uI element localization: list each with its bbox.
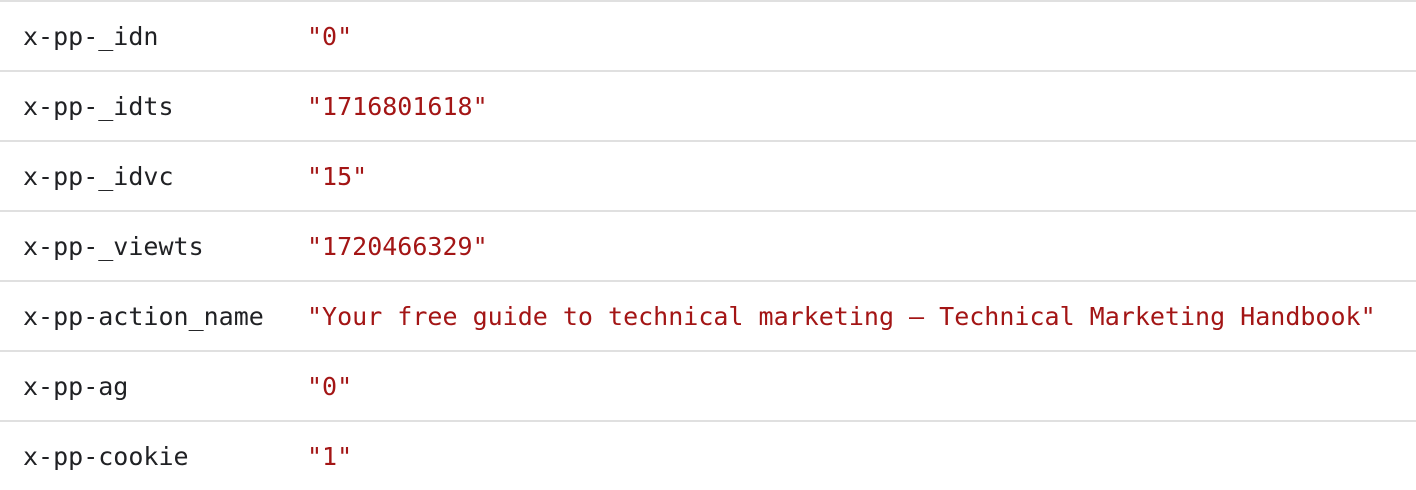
row-key: x-pp-_viewts bbox=[23, 231, 204, 261]
row-key: x-pp-_idvc bbox=[23, 161, 174, 191]
row-value: "1716801618" bbox=[307, 91, 488, 121]
row-value: "15" bbox=[307, 161, 368, 191]
row-value: "1720466329" bbox=[307, 231, 488, 261]
table-row: x-pp-_viewts "1720466329" bbox=[0, 212, 1416, 282]
row-value: "Your free guide to technical marketing … bbox=[307, 301, 1376, 331]
row-value: "1" bbox=[307, 441, 353, 471]
row-value: "0" bbox=[307, 21, 353, 51]
key-value-table: x-pp-_idn "0" x-pp-_idts "1716801618" x-… bbox=[0, 0, 1416, 490]
row-value: "0" bbox=[307, 371, 353, 401]
table-row: x-pp-ag "0" bbox=[0, 352, 1416, 422]
table-row: x-pp-action_name "Your free guide to tec… bbox=[0, 282, 1416, 352]
row-key: x-pp-cookie bbox=[23, 441, 189, 471]
row-key: x-pp-_idts bbox=[23, 91, 174, 121]
table-row: x-pp-_idts "1716801618" bbox=[0, 72, 1416, 142]
row-key: x-pp-action_name bbox=[23, 301, 264, 331]
row-key: x-pp-ag bbox=[23, 371, 129, 401]
row-key: x-pp-_idn bbox=[23, 21, 159, 51]
table-row: x-pp-_idvc "15" bbox=[0, 142, 1416, 212]
table-row: x-pp-cookie "1" bbox=[0, 422, 1416, 490]
table-row: x-pp-_idn "0" bbox=[0, 2, 1416, 72]
